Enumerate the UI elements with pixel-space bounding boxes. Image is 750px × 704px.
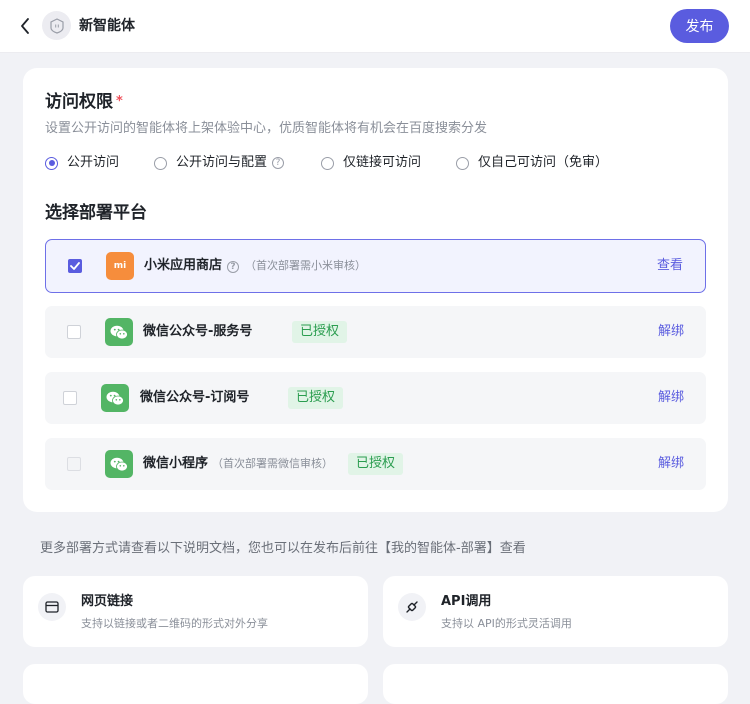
back-button[interactable]: [14, 14, 36, 38]
platform-checkbox[interactable]: [63, 391, 77, 405]
top-bar: 新智能体 发布: [0, 0, 750, 53]
check-icon: [70, 262, 80, 270]
radio-public-config[interactable]: 公开访问与配置 ?: [154, 154, 285, 172]
wechat-icon: [101, 384, 129, 412]
required-mark: *: [116, 94, 123, 109]
wechat-icon: [105, 318, 133, 346]
agent-avatar-icon: [49, 17, 64, 34]
method-description: 支持以 API的形式灵活调用: [441, 617, 572, 630]
more-deploy-tip: 更多部署方式请查看以下说明文档，您也可以在发布后前往【我的智能体-部署】查看: [40, 541, 526, 556]
platform-row-wechat-miniprogram[interactable]: 微信小程序 （首次部署需微信审核） 已授权 解绑: [45, 438, 706, 490]
chevron-left-icon: [21, 18, 29, 34]
radio-circle[interactable]: [456, 156, 469, 170]
unbind-link[interactable]: 解绑: [658, 322, 684, 342]
method-card-partial[interactable]: [383, 664, 728, 704]
method-card-api[interactable]: API调用 支持以 API的形式灵活调用: [383, 576, 728, 647]
authorized-badge: 已授权: [348, 453, 404, 475]
authorized-badge: 已授权: [288, 387, 344, 409]
method-title: 网页链接: [81, 594, 134, 609]
platform-checkbox-checked[interactable]: [68, 259, 82, 273]
platform-name: 微信公众号-服务号: [143, 324, 253, 339]
web-card-icon: [38, 593, 66, 621]
radio-self-only[interactable]: 仅自己可访问（免审）: [456, 154, 608, 172]
access-title-text: 访问权限: [45, 92, 113, 112]
access-section-title: 访问权限 *: [45, 90, 123, 114]
question-icon[interactable]: ?: [227, 261, 240, 273]
deploy-section-title: 选择部署平台: [45, 203, 147, 223]
authorized-badge: 已授权: [292, 321, 348, 343]
view-link[interactable]: 查看: [657, 256, 683, 276]
platform-row-xiaomi[interactable]: mi 小米应用商店? （首次部署需小米审核） 查看: [45, 239, 706, 293]
wechat-icon: [105, 450, 133, 478]
unbind-link[interactable]: 解绑: [658, 388, 684, 408]
api-plug-icon: [398, 593, 426, 621]
platform-checkbox[interactable]: [67, 325, 81, 339]
platform-name-text: 小米应用商店: [144, 258, 223, 273]
method-description: 支持以链接或者二维码的形式对外分享: [81, 617, 268, 630]
method-card-partial[interactable]: [23, 664, 368, 704]
platform-checkbox-disabled[interactable]: [67, 457, 81, 471]
question-icon[interactable]: ?: [272, 157, 285, 169]
agent-avatar[interactable]: [42, 11, 71, 40]
platform-row-wechat-service[interactable]: 微信公众号-服务号 已授权 解绑: [45, 306, 706, 358]
unbind-link[interactable]: 解绑: [658, 454, 684, 474]
platform-name: 小米应用商店? （首次部署需小米审核）: [144, 256, 366, 276]
radio-public[interactable]: 公开访问: [45, 154, 119, 172]
radio-label: 公开访问: [67, 155, 120, 170]
platform-note: （首次部署需微信审核）: [212, 457, 334, 470]
settings-card: 访问权限 * 设置公开访问的智能体将上架体验中心，优质智能体将有机会在百度搜索分发…: [23, 68, 728, 512]
radio-circle-checked[interactable]: [45, 156, 58, 170]
platform-note: （首次部署需小米审核）: [245, 259, 367, 272]
access-description: 设置公开访问的智能体将上架体验中心，优质智能体将有机会在百度搜索分发: [45, 121, 488, 136]
platform-name: 微信小程序 （首次部署需微信审核）: [143, 454, 333, 474]
radio-link-only[interactable]: 仅链接可访问: [321, 154, 421, 172]
radio-circle[interactable]: [321, 156, 334, 170]
method-title: API调用: [441, 594, 492, 609]
platform-row-wechat-subscription[interactable]: 微信公众号-订阅号 已授权 解绑: [45, 372, 706, 424]
platform-name-text: 微信小程序: [143, 456, 209, 471]
radio-label: 公开访问与配置: [176, 155, 268, 170]
radio-circle[interactable]: [154, 156, 167, 170]
radio-label: 仅自己可访问（免审）: [478, 155, 609, 170]
method-card-web-link[interactable]: 网页链接 支持以链接或者二维码的形式对外分享: [23, 576, 368, 647]
platform-name: 微信公众号-订阅号: [140, 390, 250, 405]
mi-logo-icon: mi: [106, 252, 134, 280]
page-title: 新智能体: [79, 18, 135, 34]
radio-label: 仅链接可访问: [343, 155, 422, 170]
publish-button[interactable]: 发布: [670, 9, 729, 43]
